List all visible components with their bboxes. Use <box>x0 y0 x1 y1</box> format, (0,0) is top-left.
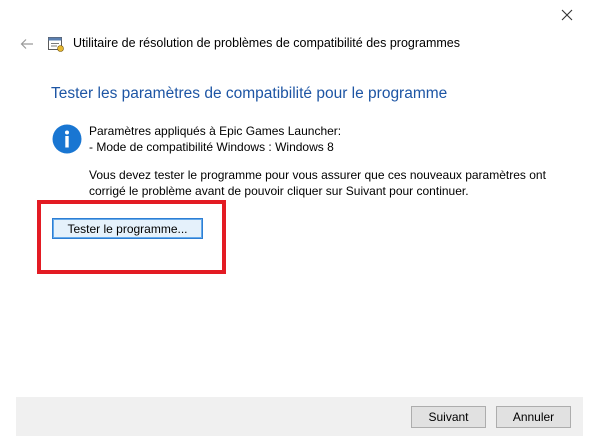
cancel-button[interactable]: Annuler <box>496 406 571 428</box>
page-heading: Tester les paramètres de compatibilité p… <box>51 85 448 102</box>
applied-settings-label: Paramètres appliqués à Epic Games Launch… <box>89 124 342 138</box>
back-arrow-icon <box>20 39 33 49</box>
instruction-text-line-1: Vous devez tester le programme pour vous… <box>89 168 546 182</box>
close-icon <box>561 9 573 21</box>
close-button[interactable] <box>552 2 582 28</box>
next-button[interactable]: Suivant <box>411 406 486 428</box>
window-title: Utilitaire de résolution de problèmes de… <box>73 36 460 50</box>
troubleshooter-icon <box>48 37 64 52</box>
compatibility-mode-text: - Mode de compatibilité Windows : Window… <box>89 140 334 154</box>
test-program-button[interactable]: Tester le programme... <box>52 218 203 239</box>
back-button[interactable] <box>16 34 38 54</box>
instruction-text-line-2: corrigé le problème avant de pouvoir cli… <box>89 184 469 198</box>
info-icon <box>52 124 82 154</box>
